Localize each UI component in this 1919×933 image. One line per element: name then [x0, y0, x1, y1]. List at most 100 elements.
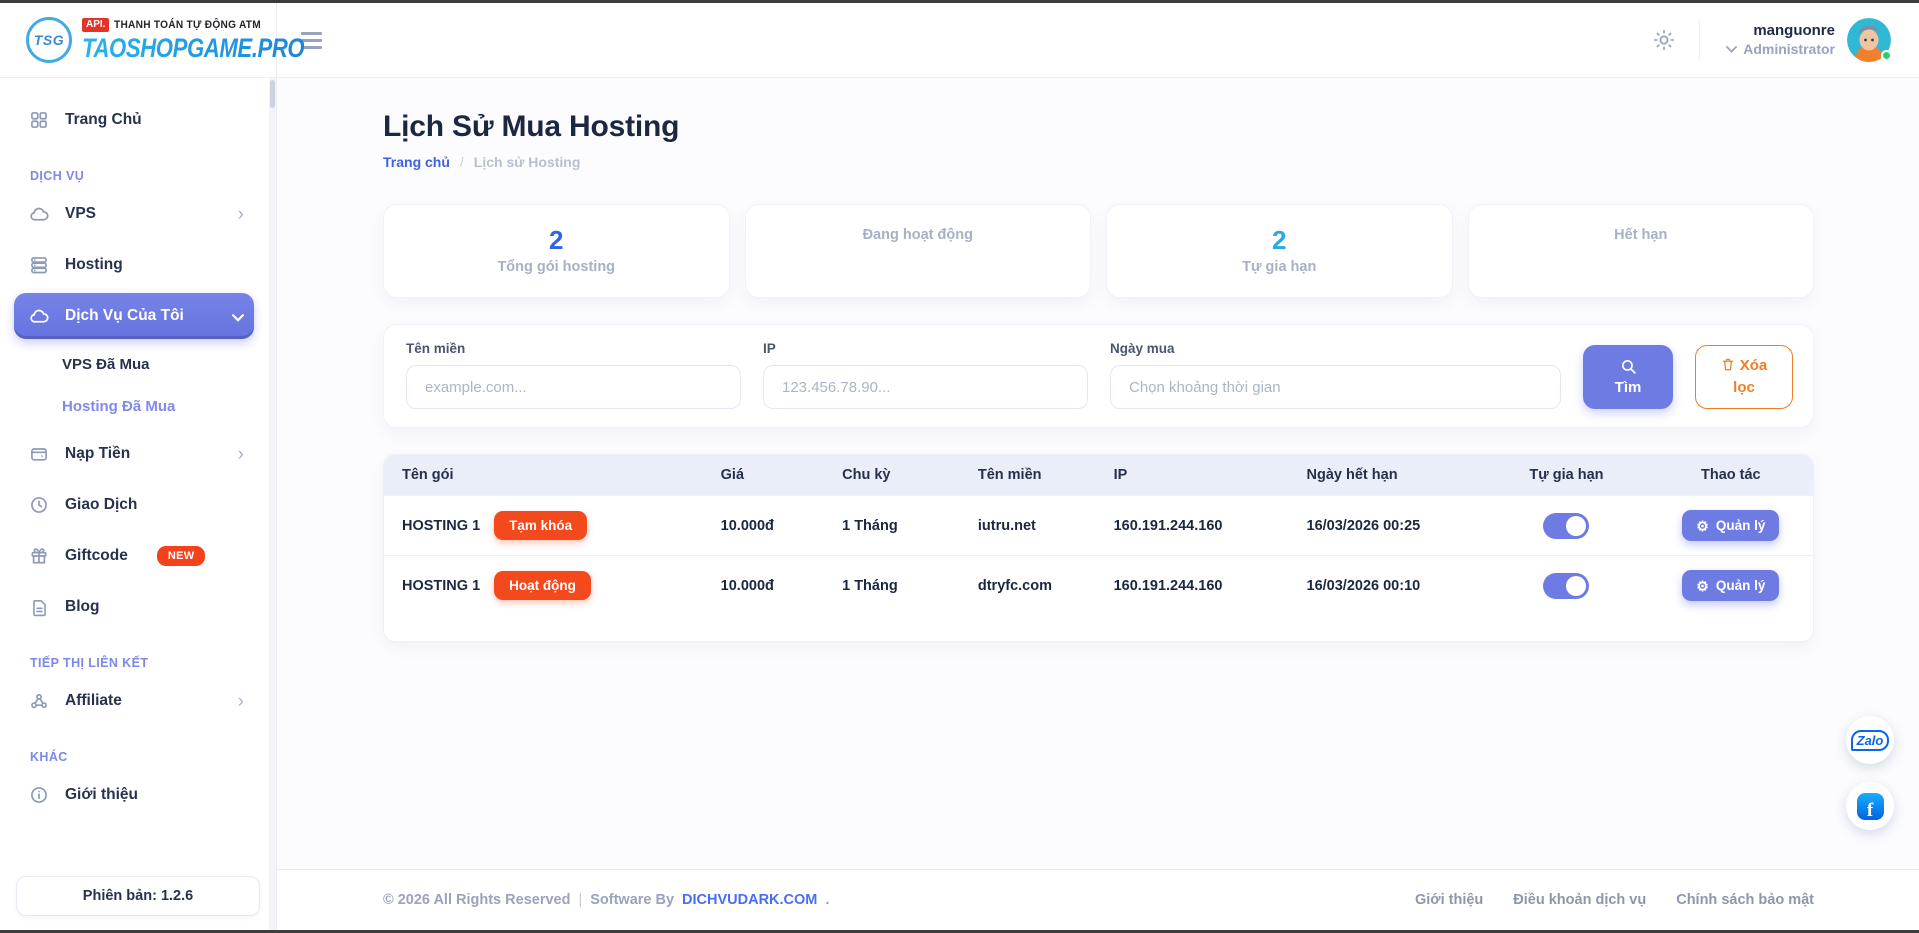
cloud-icon [28, 306, 50, 327]
domain-filter-input[interactable] [406, 365, 741, 409]
stat-label: Tổng gói hosting [497, 259, 615, 275]
stat-label: Đang hoạt động [863, 227, 973, 243]
expiry-cell: 16/03/2026 00:10 [1299, 556, 1485, 616]
sidebar-subitem-label: Hosting Đã Mua [62, 398, 175, 415]
facebook-button[interactable]: f [1846, 782, 1894, 830]
zalo-button[interactable]: Zalo [1846, 716, 1894, 764]
sidebar-scrollbar-thumb[interactable] [270, 80, 275, 108]
footer-link-privacy[interactable]: Chính sách bảo mật [1676, 892, 1814, 908]
stats-row: 2 Tổng gói hosting Đang hoạt động 2 Tự g… [383, 204, 1814, 298]
sidebar-item-deposit[interactable]: Nạp Tiền › [14, 431, 254, 477]
stat-value: 2 [549, 227, 563, 253]
price-cell: 10.000đ [713, 496, 834, 556]
sidebar-item-giftcode[interactable]: Giftcode NEW [14, 533, 254, 579]
version-badge: Phiên bản: 1.2.6 [16, 876, 260, 916]
status-badge: Tạm khóa [494, 511, 587, 540]
sidebar-item-label: Nạp Tiền [65, 445, 130, 463]
sidebar-item-blog[interactable]: Blog [14, 584, 254, 630]
avatar[interactable] [1847, 18, 1891, 62]
info-icon [28, 785, 50, 805]
sidebar-item-vps[interactable]: VPS › [14, 191, 254, 237]
col-header-cycle: Chu kỳ [834, 455, 970, 496]
cycle-cell: 1 Tháng [834, 556, 970, 616]
search-button[interactable]: Tìm [1583, 345, 1673, 409]
clear-filters-label: Xóa lọc [1733, 357, 1767, 397]
gear-icon: ⚙ [1696, 579, 1709, 593]
manage-button[interactable]: ⚙Quản lý [1682, 510, 1779, 541]
sidebar-item-hosting[interactable]: Hosting [14, 242, 254, 288]
auto-renew-toggle[interactable] [1543, 573, 1589, 599]
col-header-domain: Tên miền [970, 455, 1106, 496]
footer-link-terms[interactable]: Điều khoản dịch vụ [1513, 892, 1646, 908]
package-name: HOSTING 1 [402, 518, 480, 534]
date-filter-label: Ngày mua [1110, 341, 1561, 356]
sidebar-section-other: KHÁC [30, 750, 260, 764]
table-row: HOSTING 1 Tạm khóa 10.000đ 1 Tháng iutru… [384, 496, 1813, 556]
stat-card-expired: Hết hạn [1468, 204, 1815, 298]
search-button-label: Tìm [1615, 379, 1642, 396]
sidebar-scrollbar-track[interactable] [269, 78, 276, 930]
app-shell: TSG API. THANH TOÁN TỰ ĐỘNG ATM TAOSHOPG… [0, 3, 1919, 930]
breadcrumb-current: Lịch sử Hosting [474, 154, 581, 170]
col-header-ip: IP [1106, 455, 1299, 496]
breadcrumb: Trang chủ / Lịch sử Hosting [383, 154, 1814, 170]
sidebar-item-label: Trang Chủ [65, 111, 142, 129]
brand-logo[interactable]: TSG API. THANH TOÁN TỰ ĐỘNG ATM TAOSHOPG… [0, 3, 277, 78]
price-cell: 10.000đ [713, 556, 834, 616]
chevron-right-icon: › [238, 692, 244, 711]
ip-filter-label: IP [763, 341, 1088, 356]
top-header: manguonre Administrator [277, 3, 1919, 78]
chevron-down-icon [1726, 46, 1737, 53]
sidebar-item-label: Hosting [65, 256, 123, 274]
ip-filter-input[interactable] [763, 365, 1088, 409]
software-link[interactable]: DICHVUDARK.COM [682, 892, 817, 908]
software-by-text: Software By [590, 892, 674, 908]
sidebar-item-my-services[interactable]: Dịch Vụ Của Tôi [14, 293, 254, 339]
sidebar-item-label: Affiliate [65, 692, 122, 710]
sidebar-subitem-label: VPS Đã Mua [62, 356, 150, 373]
manage-button-label: Quản lý [1716, 578, 1766, 593]
sidebar-subitem-hosting-purchased[interactable]: Hosting Đã Mua [14, 386, 254, 426]
tsg-monogram: TSG [26, 17, 72, 63]
stat-card-active: Đang hoạt động [745, 204, 1092, 298]
sidebar-item-about[interactable]: Giới thiệu [14, 772, 254, 818]
sidebar-item-label: Giao Dịch [65, 496, 137, 514]
manage-button-label: Quản lý [1716, 518, 1766, 533]
sidebar-item-label: Blog [65, 598, 99, 616]
sidebar-item-affiliate[interactable]: Affiliate › [14, 678, 254, 724]
copyright-text: © 2026 All Rights Reserved [383, 892, 570, 908]
clear-filters-button[interactable]: Xóa lọc [1695, 345, 1793, 409]
chevron-down-icon [232, 307, 244, 326]
domain-cell: dtryfc.com [970, 556, 1106, 616]
sidebar-item-transactions[interactable]: Giao Dịch [14, 482, 254, 528]
brand-name: TAOSHOPGAME.PRO [82, 35, 304, 62]
window-frame-top [0, 0, 1919, 3]
chevron-right-icon: › [238, 205, 244, 224]
table-header-row: Tên gói Giá Chu kỳ Tên miền IP Ngày hết … [384, 455, 1813, 496]
col-header-auto-renew: Tự gia hạn [1484, 455, 1648, 496]
table-row: HOSTING 1 Hoạt động 10.000đ 1 Tháng dtry… [384, 556, 1813, 616]
ip-cell: 160.191.244.160 [1106, 496, 1299, 556]
document-icon [28, 598, 50, 617]
user-menu[interactable]: manguonre Administrator [1726, 18, 1891, 62]
footer-links: Giới thiệu Điều khoản dịch vụ Chính sách… [1415, 892, 1814, 908]
sidebar-section-services: DỊCH VỤ [30, 169, 260, 183]
expiry-cell: 16/03/2026 00:25 [1299, 496, 1485, 556]
footer: © 2026 All Rights Reserved | Software By… [277, 869, 1919, 930]
stat-label: Hết hạn [1614, 227, 1667, 243]
theme-toggle-sun-icon[interactable] [1653, 29, 1675, 51]
date-range-input[interactable] [1110, 365, 1561, 409]
footer-link-about[interactable]: Giới thiệu [1415, 892, 1483, 908]
sidebar-subitem-vps-purchased[interactable]: VPS Đã Mua [14, 344, 254, 384]
sidebar-item-home[interactable]: Trang Chủ [14, 97, 254, 143]
breadcrumb-home-link[interactable]: Trang chủ [383, 154, 450, 170]
grid-icon [28, 110, 50, 130]
auto-renew-toggle[interactable] [1543, 513, 1589, 539]
manage-button[interactable]: ⚙ Quản lý [1682, 570, 1779, 601]
wallet-icon [28, 444, 50, 464]
footer-separator: | [578, 892, 582, 908]
cloud-icon [28, 204, 50, 225]
sidebar-item-label: VPS [65, 205, 96, 223]
filter-panel: Tên miền IP Ngày mua Tìm Xóa lọ [383, 324, 1814, 428]
hosting-table: Tên gói Giá Chu kỳ Tên miền IP Ngày hết … [384, 455, 1813, 615]
